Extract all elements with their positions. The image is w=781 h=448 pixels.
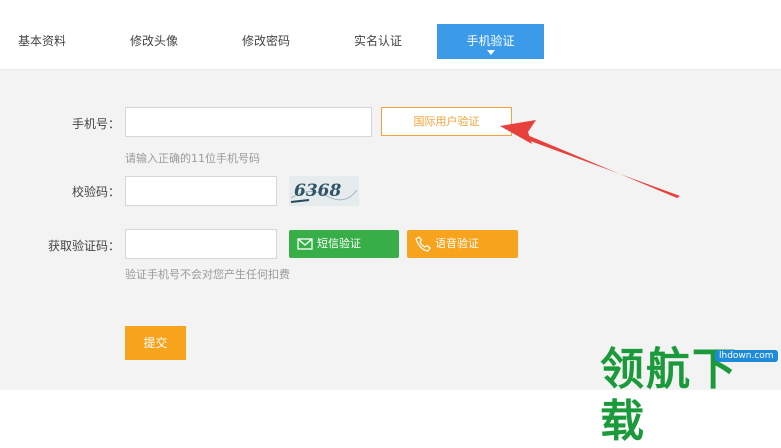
captcha-graphic: 6368	[289, 176, 359, 206]
captcha-text: 6368	[294, 181, 341, 201]
tab-phone-verify[interactable]: 手机验证	[437, 24, 544, 59]
tab-label: 实名认证	[353, 34, 402, 48]
tab-label: 修改头像	[129, 34, 178, 48]
submit-button[interactable]: 提交	[125, 326, 186, 360]
check-code-label: 校验码：	[71, 185, 120, 199]
code-hint: 验证手机号不会对您产生任何扣费	[125, 268, 290, 281]
check-code-input[interactable]	[125, 176, 277, 206]
tab-label: 修改密码	[241, 34, 290, 48]
tab-label: 手机验证	[466, 34, 515, 48]
tab-real-name[interactable]: 实名认证	[328, 24, 428, 59]
voice-verify-button[interactable]: 语音验证	[407, 230, 518, 258]
get-code-label: 获取验证码：	[47, 239, 120, 253]
voice-verify-label: 语音验证	[435, 237, 479, 250]
phone-input[interactable]	[125, 107, 372, 137]
tab-bar: 基本资料 修改头像 修改密码 实名认证 手机验证	[0, 0, 781, 70]
caret-down-icon	[486, 50, 495, 55]
tab-password[interactable]: 修改密码	[216, 24, 316, 59]
phone-hint: 请输入正确的11位手机号码	[125, 152, 260, 165]
phone-icon	[415, 236, 431, 252]
captcha-image[interactable]: 6368	[289, 176, 359, 206]
watermark-url: lhdown.com	[715, 350, 778, 362]
watermark-logo: 领航下载 lhdown.com	[600, 344, 781, 447]
sms-verify-button[interactable]: 短信验证	[289, 230, 399, 258]
sms-verify-label: 短信验证	[317, 237, 361, 250]
verification-code-input[interactable]	[125, 229, 277, 259]
envelope-icon	[297, 238, 313, 250]
tab-label: 基本资料	[17, 34, 66, 48]
tab-basic-info[interactable]: 基本资料	[0, 24, 84, 59]
phone-label: 手机号：	[71, 117, 120, 131]
tab-avatar[interactable]: 修改头像	[104, 24, 204, 59]
annotation-arrow-icon	[500, 120, 680, 198]
